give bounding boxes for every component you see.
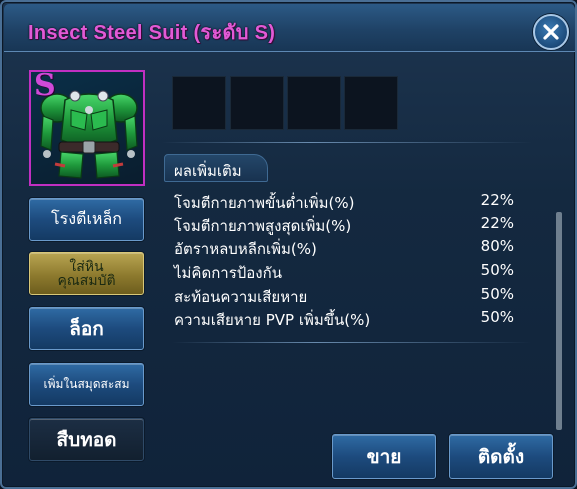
inherit-button-label: สืบทอด — [56, 428, 117, 451]
stat-label: อัตราหลบหลีกเพิ่ม(%) — [174, 240, 317, 258]
smithy-button[interactable]: โรงตีเหล็ก — [29, 198, 144, 241]
insert-stone-label-line1: ใส่หิน — [69, 258, 104, 275]
equip-button-label: ติดตั้ง — [477, 445, 525, 468]
stat-value: 80% — [480, 237, 514, 255]
stat-value: 50% — [480, 285, 514, 303]
stat-label: โจมตีกายภาพสูงสุดเพิ่ม(%) — [174, 217, 352, 235]
divider-top — [162, 142, 532, 143]
add-to-collection-button[interactable]: เพิ่มในสมุดสะสม — [29, 363, 144, 406]
stat-value: 50% — [480, 308, 514, 326]
divider-bottom — [172, 342, 532, 343]
scrollbar[interactable] — [556, 212, 562, 430]
equip-button[interactable]: ติดตั้ง — [449, 434, 553, 479]
socket-slot-4[interactable] — [344, 76, 398, 130]
rank-badge: S — [34, 70, 56, 103]
smithy-button-label: โรงตีเหล็ก — [51, 209, 122, 228]
socket-slot-3[interactable] — [287, 76, 341, 130]
socket-slot-1[interactable] — [172, 76, 226, 130]
insert-stone-button[interactable]: ใส่หิน คุณสมบัติ — [29, 252, 144, 295]
title-bar: Insect Steel Suit (ระดับ S) — [4, 4, 575, 52]
item-title: Insect Steel Suit (ระดับ S) — [28, 22, 276, 44]
item-icon-frame: S — [29, 70, 145, 186]
close-icon — [543, 24, 559, 40]
inherit-button[interactable]: สืบทอด — [29, 418, 144, 461]
stat-value: 22% — [480, 214, 514, 232]
lock-button[interactable]: ล็อก — [29, 307, 144, 350]
stat-value: 50% — [480, 261, 514, 279]
item-info-window: Insect Steel Suit (ระดับ S) S ผลเพิ่มเติ… — [0, 0, 577, 489]
stat-row: โจมตีกายภาพขั้นต่ำเพิ่ม(%) 22% — [174, 191, 524, 213]
stat-value: 22% — [480, 191, 514, 209]
stat-row: ไม่คิดการป้องกัน 50% — [174, 261, 524, 283]
stat-label: ไม่คิดการป้องกัน — [174, 264, 282, 282]
socket-slot-2[interactable] — [230, 76, 284, 130]
bonus-section-title: ผลเพิ่มเติม — [174, 162, 242, 180]
stat-label: โจมตีกายภาพขั้นต่ำเพิ่ม(%) — [174, 194, 355, 212]
stat-row: ความเสียหาย PVP เพิ่มขึ้น(%) 50% — [174, 308, 524, 330]
stat-row: โจมตีกายภาพสูงสุดเพิ่ม(%) 22% — [174, 214, 524, 236]
stat-label: ความเสียหาย PVP เพิ่มขึ้น(%) — [174, 311, 371, 329]
close-button[interactable] — [533, 14, 569, 50]
insert-stone-label-line2: คุณสมบัติ — [57, 272, 116, 289]
stat-row: สะท้อนความเสียหาย 50% — [174, 285, 524, 307]
bonus-section-header: ผลเพิ่มเติม — [164, 154, 268, 182]
stat-row: อัตราหลบหลีกเพิ่ม(%) 80% — [174, 237, 524, 259]
lock-button-label: ล็อก — [69, 317, 104, 340]
sell-button-label: ขาย — [366, 445, 402, 468]
add-to-collection-label: เพิ่มในสมุดสะสม — [43, 377, 130, 391]
stat-label: สะท้อนความเสียหาย — [174, 288, 308, 306]
sell-button[interactable]: ขาย — [332, 434, 436, 479]
